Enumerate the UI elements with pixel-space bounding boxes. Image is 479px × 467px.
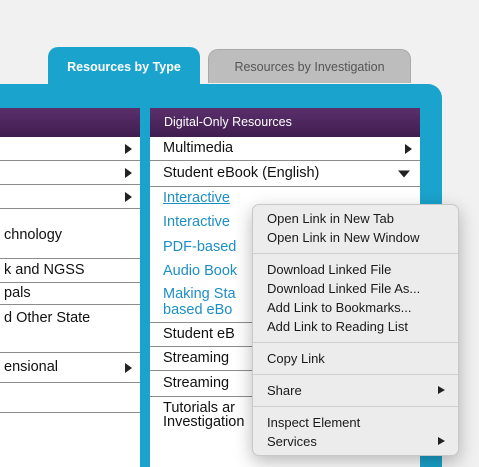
chevron-down-icon xyxy=(398,170,410,177)
submenu-arrow-icon xyxy=(438,437,445,445)
left-column-header xyxy=(0,108,140,137)
menu-divider xyxy=(253,342,458,343)
context-menu: Open Link in New Tab Open Link in New Wi… xyxy=(252,204,459,456)
digital-only-resources-header: Digital-Only Resources xyxy=(150,108,420,137)
download-linked-file-item[interactable]: Download Linked File xyxy=(253,260,458,279)
left-resource-column: chnology k and NGSS pals d Other State e… xyxy=(0,108,140,467)
chevron-right-icon xyxy=(125,143,132,154)
inspect-element-item[interactable]: Inspect Element xyxy=(253,413,458,432)
open-link-new-window-item[interactable]: Open Link in New Window xyxy=(253,228,458,247)
add-link-to-bookmarks-item[interactable]: Add Link to Bookmarks... xyxy=(253,298,458,317)
left-row-4[interactable]: chnology xyxy=(0,209,140,259)
services-item[interactable]: Services xyxy=(253,432,458,451)
student-ebook-row[interactable]: Student eBook (English) xyxy=(150,161,420,187)
chevron-right-icon xyxy=(125,167,132,178)
menu-divider xyxy=(253,406,458,407)
left-row-5[interactable]: k and NGSS xyxy=(0,259,140,283)
tab-resources-by-investigation[interactable]: Resources by Investigation xyxy=(208,49,411,83)
chevron-right-icon xyxy=(405,143,412,154)
left-row-1[interactable] xyxy=(0,137,140,161)
menu-divider xyxy=(253,374,458,375)
left-row-9[interactable] xyxy=(0,383,140,413)
tab-resources-by-type[interactable]: Resources by Type xyxy=(48,47,200,87)
left-row-6[interactable]: pals xyxy=(0,283,140,305)
download-linked-file-as-item[interactable]: Download Linked File As... xyxy=(253,279,458,298)
multimedia-row[interactable]: Multimedia xyxy=(150,137,420,161)
left-row-2[interactable] xyxy=(0,161,140,185)
chevron-right-icon xyxy=(125,362,132,373)
chevron-right-icon xyxy=(125,191,132,202)
left-row-8[interactable]: ensional xyxy=(0,353,140,383)
menu-divider xyxy=(253,253,458,254)
open-link-new-tab-item[interactable]: Open Link in New Tab xyxy=(253,209,458,228)
add-link-to-reading-list-item[interactable]: Add Link to Reading List xyxy=(253,317,458,336)
left-row-7[interactable]: d Other State xyxy=(0,305,140,353)
share-item[interactable]: Share xyxy=(253,381,458,400)
left-row-3[interactable] xyxy=(0,185,140,209)
copy-link-item[interactable]: Copy Link xyxy=(253,349,458,368)
submenu-arrow-icon xyxy=(438,386,445,394)
